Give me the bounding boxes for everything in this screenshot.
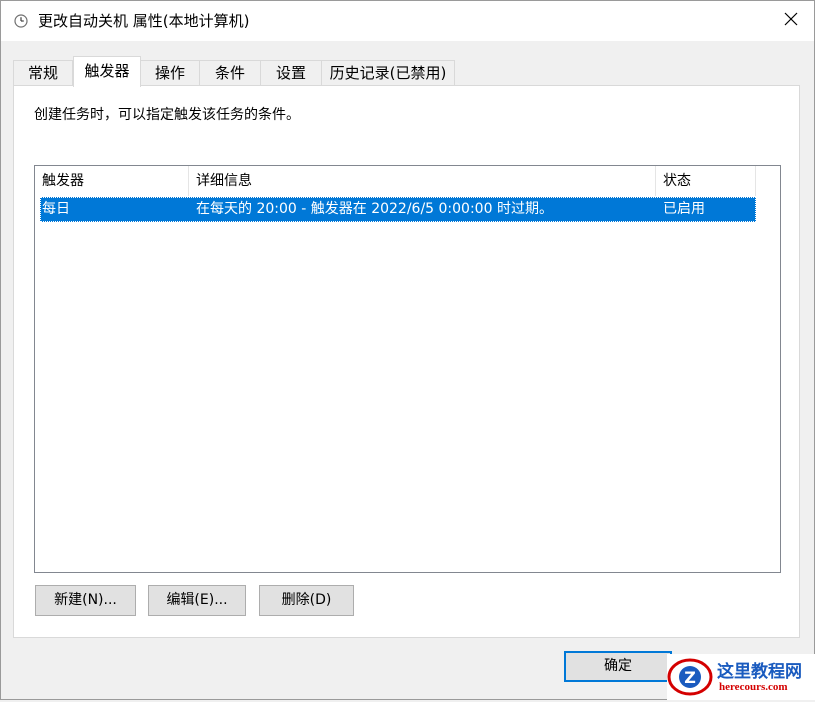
svg-text:Z: Z — [684, 668, 696, 687]
close-icon — [784, 12, 798, 30]
tab-triggers[interactable]: 触发器 — [73, 56, 141, 87]
tab-settings[interactable]: 设置 — [260, 60, 322, 86]
watermark-logo: Z 这里教程网 herecours.com — [667, 654, 815, 700]
cell-trigger: 每日 — [42, 201, 70, 217]
panel-description: 创建任务时，可以指定触发该任务的条件。 — [34, 107, 300, 123]
edit-trigger-button[interactable]: 编辑(E)... — [148, 585, 246, 616]
watermark-title: 这里教程网 — [717, 662, 802, 682]
delete-trigger-button[interactable]: 删除(D) — [259, 585, 354, 616]
close-button[interactable] — [768, 1, 814, 41]
triggers-list[interactable]: 触发器 详细信息 状态 每日 在每天的 20:00 - 触发器在 2022/6/… — [34, 165, 781, 573]
clock-icon — [14, 14, 28, 28]
window-title: 更改自动关机 属性(本地计算机) — [38, 12, 250, 30]
cell-status: 已启用 — [663, 201, 705, 217]
list-header: 触发器 详细信息 状态 — [35, 166, 756, 196]
watermark-url: herecours.com — [719, 681, 788, 693]
tab-history[interactable]: 历史记录(已禁用) — [321, 60, 455, 86]
cell-details: 在每天的 20:00 - 触发器在 2022/6/5 0:00:00 时过期。 — [196, 201, 553, 217]
new-trigger-button[interactable]: 新建(N)... — [35, 585, 136, 616]
title-bar: 更改自动关机 属性(本地计算机) — [1, 1, 814, 41]
triggers-panel: 创建任务时，可以指定触发该任务的条件。 触发器 详细信息 状态 每日 在每天的 … — [13, 85, 800, 638]
z-logo-icon: Z — [667, 656, 713, 702]
tab-actions[interactable]: 操作 — [140, 60, 200, 86]
column-header-status[interactable]: 状态 — [656, 166, 756, 196]
table-row[interactable]: 每日 在每天的 20:00 - 触发器在 2022/6/5 0:00:00 时过… — [40, 197, 756, 222]
column-header-trigger[interactable]: 触发器 — [35, 166, 189, 196]
tab-general[interactable]: 常规 — [13, 60, 73, 86]
column-header-details[interactable]: 详细信息 — [189, 166, 656, 196]
ok-button[interactable]: 确定 — [564, 651, 672, 682]
tab-conditions[interactable]: 条件 — [199, 60, 261, 86]
